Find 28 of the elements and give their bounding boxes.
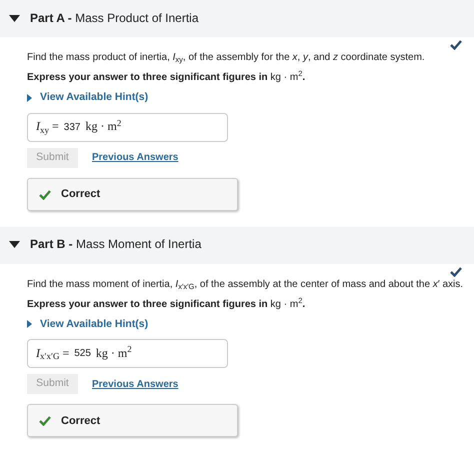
checkmark-icon: [39, 188, 51, 200]
caret-icon: [27, 320, 32, 328]
answer-unit: kg · m$^{2}$: [96, 346, 132, 362]
answer-variable: I$_{x′x′G}$ =: [36, 346, 70, 362]
question-text: Find the mass product of inertia, I$_{xy}$, of the assembly for the x, y, and z coordinate system.: [27, 51, 426, 64]
answer-unit: kg · m$^{2}$: [85, 119, 122, 135]
feedback-text: Correct: [61, 186, 100, 202]
answer-field[interactable]: I$_{xy}$ = 337 kg · m$^{2}$: [27, 112, 228, 142]
previous-answers-link[interactable]: Previous Answers: [92, 378, 178, 391]
answer-variable: I$_{xy}$ =: [36, 119, 59, 135]
answer-value: 337: [64, 120, 80, 134]
part-title: Part B - Mass Moment of Inertia: [30, 237, 202, 253]
instruction-text: Express your answer to three significant figures in kg · m$^{2}$.: [27, 71, 306, 84]
caret-icon: [27, 94, 32, 102]
collapse-triangle-icon[interactable]: [9, 241, 20, 250]
hint-link[interactable]: View Available Hint(s): [27, 91, 148, 105]
instruction-text: Express your answer to three significant figures in kg · m$^{2}$.: [27, 298, 306, 311]
question-text: Find the mass moment of inertia, I$_{x′x′G}$, of the assembly at the center of mass and about the x′ axis.: [27, 278, 464, 291]
checkmark-icon: [39, 415, 51, 426]
part-header[interactable]: Part B - Mass Moment of Inertia: [0, 226, 474, 264]
previous-answers-link[interactable]: Previous Answers: [92, 151, 178, 164]
part-title: Part A - Mass Product of Inertia: [30, 10, 199, 26]
answer-field[interactable]: I$_{x′x′G}$ = 525 kg · m$^{2}$: [27, 339, 228, 368]
part-header[interactable]: Part A - Mass Product of Inertia: [0, 0, 474, 37]
hint-link[interactable]: View Available Hint(s): [27, 318, 148, 332]
answer-value: 525: [74, 347, 91, 360]
feedback-text: Correct: [61, 414, 100, 428]
collapse-triangle-icon[interactable]: [9, 14, 20, 22]
